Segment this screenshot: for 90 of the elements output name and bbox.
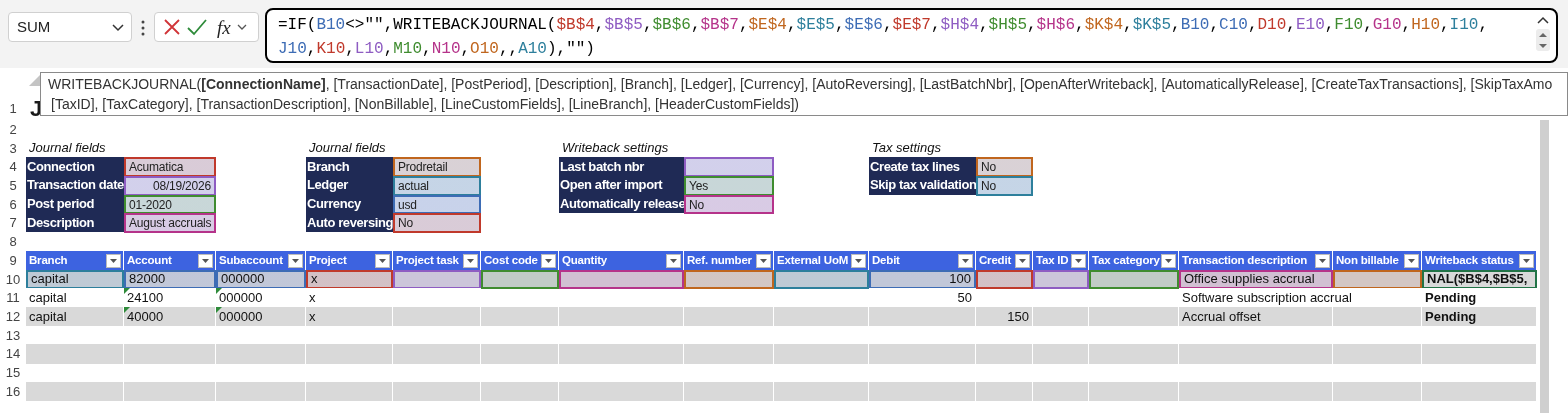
field-value[interactable]: actual — [393, 176, 481, 196]
field-label: Last batch nbr — [559, 157, 684, 177]
table-cell[interactable]: Accrual offset — [1179, 306, 1333, 327]
field-label: Transaction date — [26, 176, 124, 196]
field-value[interactable]: Acumatica — [124, 157, 216, 177]
table-cell[interactable]: Pending — [1422, 288, 1537, 308]
table-cell[interactable]: 40000 — [124, 306, 216, 327]
section-title: Tax settings — [871, 139, 942, 158]
column-title: Tax category — [1092, 252, 1160, 268]
field-value[interactable]: No — [393, 213, 481, 233]
column-title: Project task — [396, 252, 459, 268]
table-cell[interactable]: x — [306, 269, 393, 289]
field-value[interactable]: 01-2020 — [124, 194, 216, 215]
tooltip-text: WRITEBACKJOURNAL([ConnectionName], [TransactionDate], [PostPeriod], [Description], [Branch], [Ledger], [Currency], [AutoReversing], [LastBatchNbr], [OpenAfterWriteback], [AutomaticallyRelease], [CreateTaxTransactions], [SkipTaxAmo — [48, 75, 1554, 94]
column-title: Quantity — [562, 252, 608, 268]
formula-bar[interactable]: =IF(B10<>"",WRITEBACKJOURNAL($B$4,$B$5,$B$6,$B$7,$E$4,$E$5,$E$6,$E$7,$H$4,$H$5,$H$6,$K$4,$K$5,B10,C10,D10,E10,F10,G10,H10,I10, J10,K10,L10,M10,N10,O10,,A10),"") — [265, 8, 1558, 63]
table-cell[interactable]: Pending — [1422, 306, 1537, 327]
row-header[interactable]: 10 — [0, 269, 26, 289]
insert-function-button[interactable]: fx — [217, 17, 231, 37]
field-value[interactable]: No — [684, 194, 774, 215]
row-header[interactable]: 2 — [0, 120, 26, 140]
field-label: Open after import — [559, 176, 684, 196]
section-title: Journal fields — [28, 139, 107, 158]
field-label: Branch — [306, 157, 393, 177]
name-box-value: SUM — [17, 16, 51, 37]
row-header[interactable]: 15 — [0, 362, 26, 383]
section-title: Journal fields — [308, 139, 387, 158]
table-cell[interactable]: 82000 — [124, 269, 216, 289]
field-label: Description — [26, 213, 124, 233]
formula-text: =IF(B10<>"",WRITEBACKJOURNAL($B$4,$B$5,$B$6,$B$7,$E$4,$E$5,$E$6,$E$7,$H$4,$H$5,$H$6,$K$4,$K$5,B10,C10,D10,E10,F10,G10,H10,I10, — [278, 15, 1490, 36]
row-header[interactable]: 13 — [0, 325, 26, 346]
table-cell[interactable]: Office supplies accrual — [1179, 269, 1333, 289]
row-header[interactable]: 5 — [0, 176, 26, 196]
field-label: Ledger — [306, 176, 393, 196]
field-label: Create tax lines — [869, 157, 976, 177]
cell-text: 40000 — [127, 309, 164, 324]
tooltip-text: [TaxID], [TaxCategory], [TransactionDescription], [NonBillable], [LineCustomFields], [LineBranch], [HeaderCustomFields]) — [50, 95, 800, 114]
table-cell[interactable]: capital — [26, 288, 124, 308]
column-title: Writeback status — [1425, 252, 1514, 268]
field-label: Skip tax validation — [869, 176, 976, 196]
name-box[interactable]: SUM — [8, 12, 132, 42]
column-title: Non billable — [1336, 252, 1399, 268]
table-cell[interactable]: 150 — [976, 306, 1033, 327]
table-cell[interactable]: NAL($B$4,$B$5, — [1422, 269, 1537, 289]
row-header[interactable]: 3 — [0, 138, 26, 159]
row-header[interactable]: 6 — [0, 194, 26, 215]
field-value[interactable]: 08/19/2026 — [124, 176, 216, 196]
field-value[interactable]: No — [976, 176, 1033, 196]
column-title: Account — [127, 252, 172, 268]
field-label: Currency — [306, 194, 393, 215]
row-header[interactable]: 16 — [0, 381, 26, 402]
field-value[interactable]: Prodretail — [393, 157, 481, 177]
column-title: Cost code — [484, 252, 538, 268]
table-cell[interactable]: Software subscription accrual — [1179, 288, 1422, 308]
field-value[interactable]: usd — [393, 194, 481, 215]
column-title: Debit — [872, 252, 900, 268]
table-cell[interactable]: capital — [26, 306, 124, 327]
field-value[interactable]: August accruals — [124, 213, 216, 233]
column-title: Subaccount — [219, 252, 283, 268]
column-title: Tax ID — [1036, 252, 1069, 268]
cell-text: 000000 — [219, 290, 263, 305]
column-title: External UoM — [777, 252, 849, 268]
row-header[interactable]: 9 — [0, 250, 26, 271]
row-header[interactable]: 4 — [0, 157, 26, 177]
table-cell[interactable]: capital — [26, 269, 124, 289]
field-value[interactable]: Yes — [684, 176, 774, 196]
column-title: Credit — [979, 252, 1012, 268]
column-title: Project — [309, 252, 347, 268]
field-label: Auto reversing — [306, 213, 393, 233]
row-header[interactable]: 7 — [0, 213, 26, 233]
section-title: Writeback settings — [561, 139, 670, 158]
field-value[interactable]: No — [976, 157, 1033, 177]
row-header[interactable]: 1 — [0, 98, 26, 120]
row-header[interactable]: 12 — [0, 306, 26, 327]
table-cell[interactable]: 000000 — [216, 269, 306, 289]
cell-text: 000000 — [219, 309, 263, 324]
column-title: Transaction description — [1182, 252, 1308, 268]
cell-text: 24100 — [127, 290, 164, 305]
field-label: Automatically release — [559, 194, 684, 215]
field-label: Post period — [26, 194, 124, 215]
column-title: Ref. number — [687, 252, 752, 268]
row-header[interactable]: 11 — [0, 288, 26, 308]
table-cell[interactable]: 000000 — [216, 306, 306, 327]
formula-text: J10,K10,L10,M10,N10,O10,,A10),"") — [278, 39, 596, 60]
row-header[interactable]: 14 — [0, 344, 26, 364]
field-label: Connection — [26, 157, 124, 177]
column-title: Branch — [29, 252, 68, 268]
row-header[interactable]: 8 — [0, 232, 26, 252]
table-cell[interactable]: x — [306, 306, 393, 327]
table-cell[interactable]: 100 — [869, 269, 976, 289]
